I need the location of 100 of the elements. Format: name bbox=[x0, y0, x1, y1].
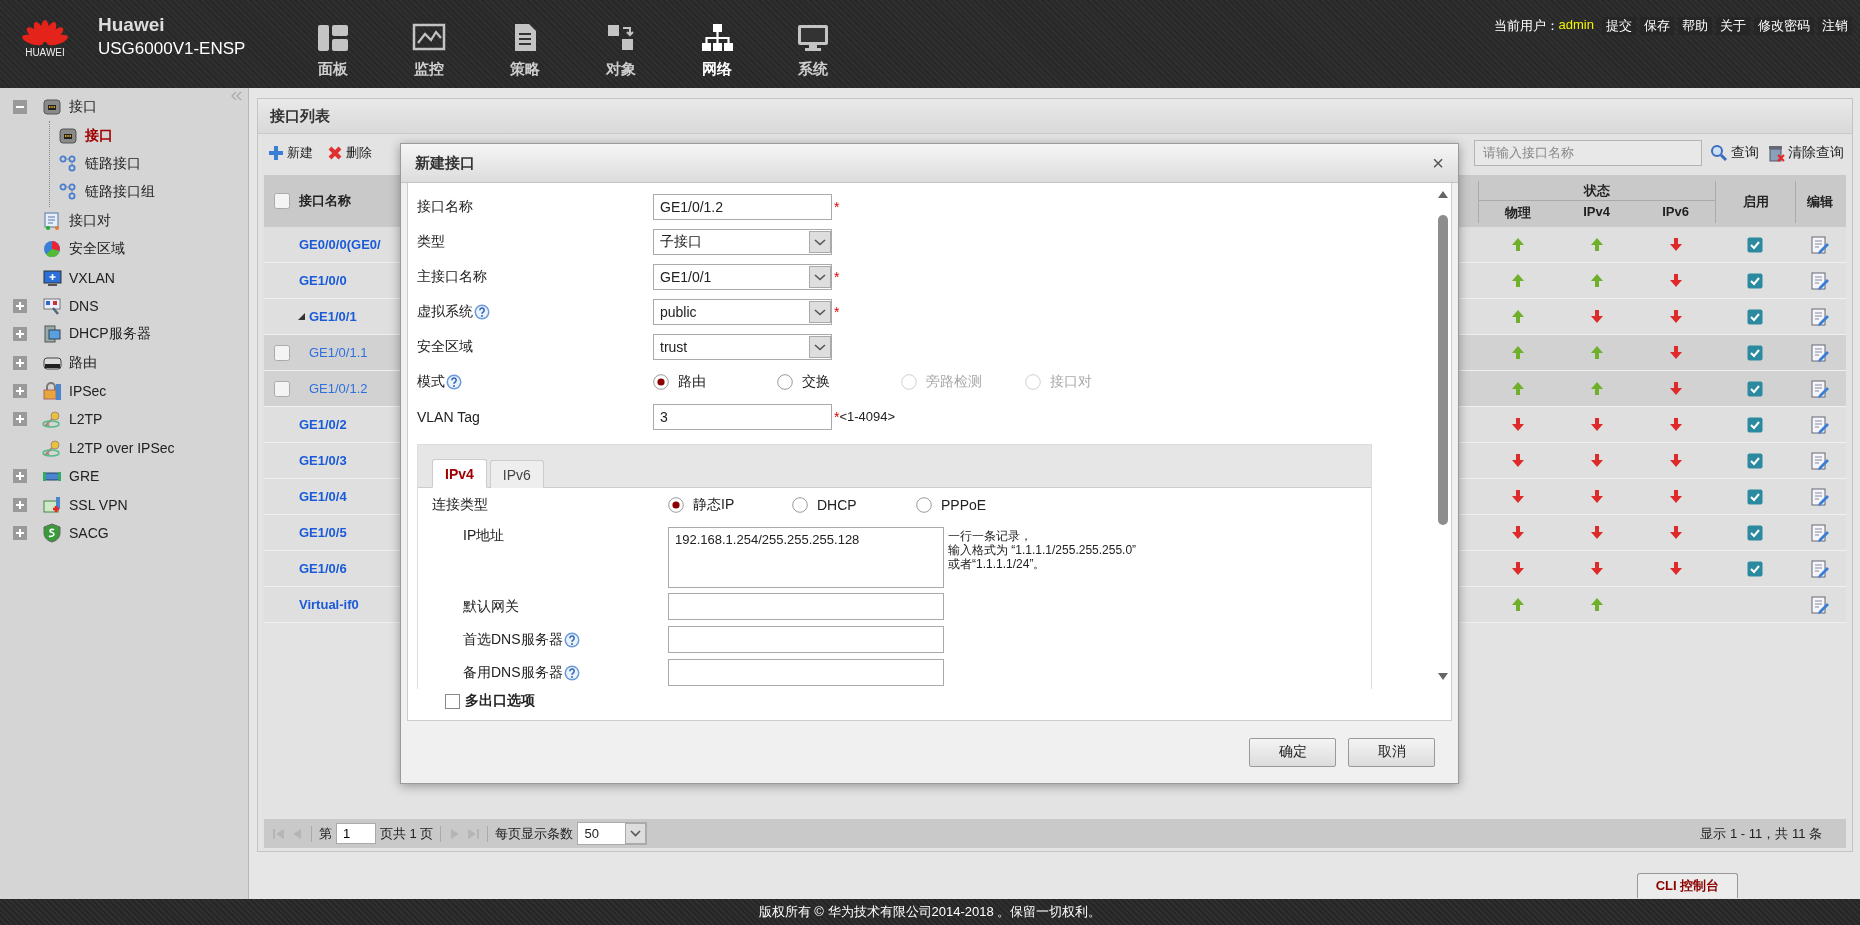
header-link[interactable]: 注销 bbox=[1818, 17, 1852, 35]
edit-icon[interactable] bbox=[1809, 594, 1830, 615]
text-field[interactable] bbox=[668, 659, 944, 686]
tree-item[interactable]: DHCP服务器 bbox=[0, 320, 151, 349]
radio-icon[interactable] bbox=[792, 496, 808, 513]
dropdown[interactable]: trust bbox=[653, 333, 832, 360]
checkbox[interactable] bbox=[274, 380, 290, 397]
triangle-icon[interactable] bbox=[298, 313, 305, 320]
help-icon[interactable] bbox=[563, 631, 580, 648]
tree-item[interactable]: DNS bbox=[0, 291, 99, 321]
tree-item[interactable]: 接口 bbox=[50, 121, 113, 150]
header-link[interactable]: 保存 bbox=[1640, 17, 1674, 35]
per-page-dropdown[interactable]: 50 bbox=[577, 822, 648, 845]
radio-option[interactable]: PPPoE bbox=[916, 495, 1040, 514]
tree-item[interactable]: 链路接口组 bbox=[50, 178, 155, 207]
help-icon[interactable] bbox=[446, 373, 462, 390]
text-field[interactable]: 3 bbox=[653, 403, 832, 430]
interface-link[interactable]: GE1/0/0 bbox=[299, 273, 347, 288]
nav-tab[interactable]: 监控 bbox=[381, 0, 477, 88]
plus-icon[interactable] bbox=[13, 327, 27, 342]
checkbox[interactable] bbox=[274, 193, 290, 209]
plus-icon[interactable] bbox=[13, 412, 27, 427]
interface-link[interactable]: GE1/0/3 bbox=[299, 453, 347, 468]
edit-icon[interactable] bbox=[1809, 378, 1830, 399]
checkbox-icon[interactable] bbox=[445, 693, 460, 709]
edit-icon[interactable] bbox=[1809, 342, 1830, 363]
interface-link[interactable]: GE1/0/2 bbox=[299, 417, 347, 432]
search-button[interactable]: 清除查询 bbox=[1767, 143, 1844, 162]
interface-link[interactable]: GE1/0/5 bbox=[299, 525, 347, 540]
edit-icon[interactable] bbox=[1809, 234, 1830, 255]
edit-icon[interactable] bbox=[1809, 270, 1830, 291]
dropdown[interactable]: GE1/0/1 bbox=[653, 263, 832, 290]
help-icon[interactable] bbox=[474, 303, 490, 320]
nav-tab[interactable]: 系统 bbox=[765, 0, 861, 88]
tab[interactable]: IPv4 bbox=[432, 459, 487, 488]
radio-option[interactable]: 路由 bbox=[653, 372, 777, 391]
checkbox[interactable] bbox=[1747, 308, 1763, 325]
edit-icon[interactable] bbox=[1809, 450, 1830, 471]
tree-item[interactable]: 接口对 bbox=[0, 206, 111, 235]
tree-item[interactable]: IPSec bbox=[0, 376, 107, 406]
tree-item[interactable]: 路由 bbox=[0, 348, 97, 377]
radio-option[interactable]: 交换 bbox=[777, 372, 901, 391]
tree-item[interactable]: SACG bbox=[0, 518, 109, 548]
checkbox[interactable] bbox=[1747, 452, 1763, 469]
header-link[interactable]: 关于 bbox=[1716, 17, 1750, 35]
radio-icon[interactable] bbox=[668, 496, 684, 513]
header-link[interactable]: 提交 bbox=[1602, 17, 1636, 35]
nav-tab[interactable]: 面板 bbox=[285, 0, 381, 88]
checkbox[interactable] bbox=[1747, 524, 1763, 541]
radio-icon[interactable] bbox=[777, 373, 793, 390]
plus-icon[interactable] bbox=[13, 469, 27, 484]
interface-link[interactable]: GE1/0/6 bbox=[299, 561, 347, 576]
nav-tab[interactable]: 策略 bbox=[477, 0, 573, 88]
nav-tab[interactable]: 对象 bbox=[573, 0, 669, 88]
checkbox[interactable] bbox=[1747, 236, 1763, 253]
interface-link[interactable]: Virtual-if0 bbox=[299, 597, 359, 612]
checkbox[interactable] bbox=[1747, 380, 1763, 397]
checkbox-option[interactable]: 多出口选项 bbox=[445, 692, 535, 710]
tree-item[interactable]: SSL VPN bbox=[0, 490, 128, 519]
tab[interactable]: IPv6 bbox=[489, 460, 544, 488]
header-link[interactable]: 修改密码 bbox=[1754, 17, 1814, 35]
checkbox[interactable] bbox=[1747, 416, 1763, 433]
header-link[interactable]: 帮助 bbox=[1678, 17, 1712, 35]
text-field[interactable] bbox=[668, 593, 944, 620]
tree-item[interactable]: 接口 bbox=[0, 93, 97, 122]
plus-icon[interactable] bbox=[13, 526, 27, 541]
edit-icon[interactable] bbox=[1809, 486, 1830, 507]
text-field[interactable] bbox=[668, 626, 944, 653]
toolbar-button[interactable]: 删除 bbox=[327, 143, 372, 162]
edit-icon[interactable] bbox=[1809, 306, 1830, 327]
page-field[interactable]: 1 bbox=[336, 823, 376, 844]
plus-icon[interactable] bbox=[13, 384, 27, 399]
text-field[interactable]: GE1/0/1.2 bbox=[653, 193, 832, 220]
edit-icon[interactable] bbox=[1809, 414, 1830, 435]
tree-item[interactable]: GRE bbox=[0, 462, 100, 491]
nav-tab[interactable]: 网络 bbox=[669, 0, 765, 88]
search-field[interactable]: 请输入接口名称 bbox=[1474, 139, 1702, 166]
edit-icon[interactable] bbox=[1809, 558, 1830, 579]
radio-option[interactable]: 静态IP bbox=[668, 495, 792, 514]
help-icon[interactable] bbox=[563, 664, 580, 681]
interface-link[interactable]: GE0/0/0(GE0/ bbox=[299, 237, 381, 252]
interface-link[interactable]: GE1/0/4 bbox=[299, 489, 347, 504]
cli-console-tab[interactable]: CLI 控制台 bbox=[1637, 873, 1738, 898]
checkbox[interactable] bbox=[274, 344, 290, 361]
tree-item[interactable]: VXLAN bbox=[0, 263, 115, 292]
tree-item[interactable]: 链路接口 bbox=[50, 149, 141, 179]
tree-item[interactable]: L2TP bbox=[0, 405, 103, 434]
dialog-button[interactable]: 取消 bbox=[1348, 737, 1435, 767]
radio-option[interactable]: DHCP bbox=[792, 495, 916, 514]
checkbox[interactable] bbox=[1747, 272, 1763, 289]
dropdown[interactable]: public bbox=[653, 298, 832, 325]
radio-icon[interactable] bbox=[653, 373, 669, 390]
checkbox[interactable] bbox=[1747, 488, 1763, 505]
tree-item[interactable]: 安全区域 bbox=[0, 234, 125, 264]
minus-icon[interactable] bbox=[13, 100, 27, 115]
edit-icon[interactable] bbox=[1809, 522, 1830, 543]
ip-address-field[interactable]: 192.168.1.254/255.255.255.128 bbox=[668, 527, 944, 588]
plus-icon[interactable] bbox=[13, 355, 27, 370]
interface-link[interactable]: GE1/0/1 bbox=[309, 309, 357, 324]
radio-icon[interactable] bbox=[916, 496, 932, 513]
